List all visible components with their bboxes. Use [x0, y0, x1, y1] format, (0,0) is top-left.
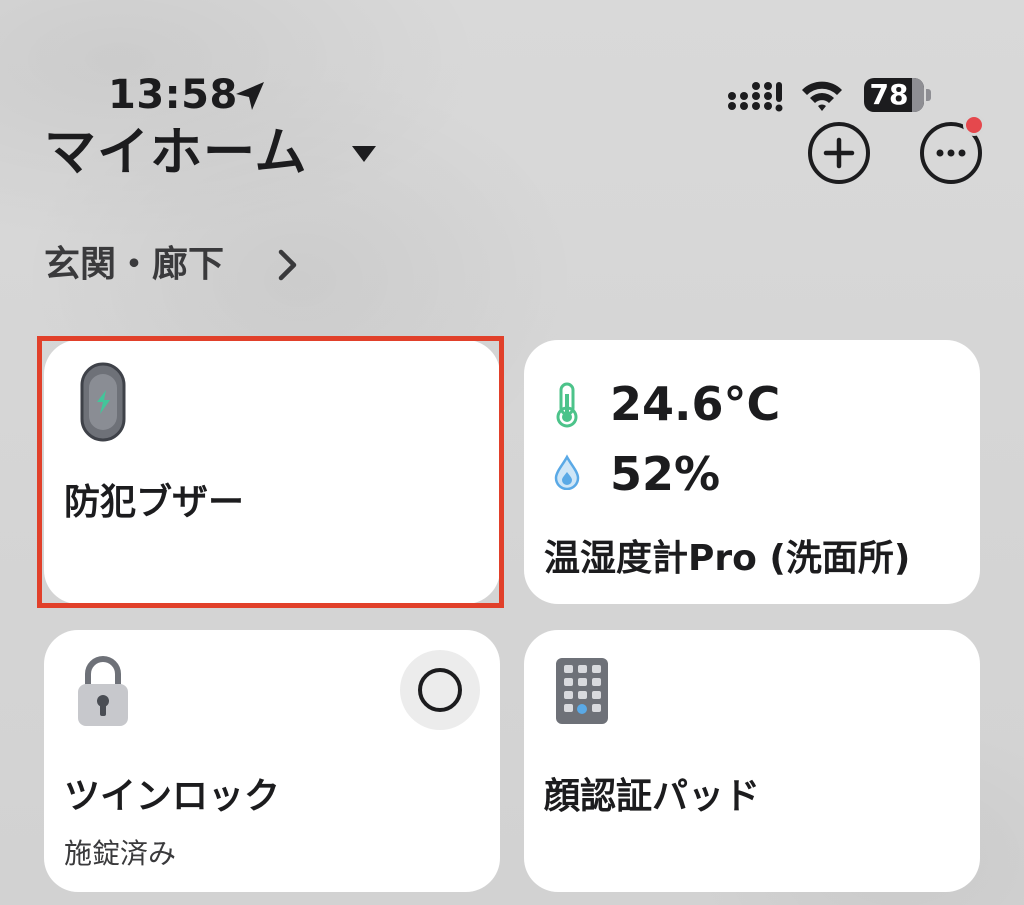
device-card-thermo-hygrometer[interactable]: 24.6°C 52% 温湿度計Pro (洗面所): [524, 340, 980, 604]
device-name: 顔認証パッド: [544, 776, 761, 817]
room-title[interactable]: 玄関・廊下: [44, 238, 224, 292]
plus-circle-icon: [823, 137, 855, 169]
device-status: 施錠済み: [64, 837, 177, 870]
device-name: ツインロック: [64, 776, 281, 817]
device-card-twin-lock[interactable]: ツインロック 施錠済み: [44, 630, 500, 892]
notification-badge: [963, 114, 985, 136]
battery-indicator: 78: [864, 78, 932, 114]
chevron-right-icon[interactable]: [276, 247, 300, 283]
padlock-icon: [78, 656, 128, 726]
circle-toggle-icon: [418, 668, 462, 712]
security-buzzer-icon: [80, 362, 126, 442]
location-arrow-icon: [236, 82, 264, 110]
add-button[interactable]: [808, 122, 870, 184]
caret-down-icon[interactable]: [350, 144, 378, 164]
lock-toggle-button[interactable]: [400, 650, 480, 730]
battery-level: 78: [869, 78, 909, 111]
cellular-signal-icon: [728, 82, 783, 112]
wifi-icon: [802, 81, 842, 111]
keypad-icon: [556, 658, 608, 724]
device-card-face-pad[interactable]: 顔認証パッド: [524, 630, 980, 892]
device-name: 防犯ブザー: [64, 482, 245, 523]
humidity-value: 52%: [610, 447, 721, 501]
water-drop-icon: [554, 454, 580, 490]
temperature-value: 24.6°C: [610, 377, 781, 431]
status-bar: 13:58 78: [0, 70, 1024, 120]
device-name: 温湿度計Pro (洗面所): [544, 538, 911, 579]
thermometer-icon: [556, 382, 578, 428]
home-title[interactable]: マイホーム: [44, 118, 307, 188]
device-card-security-buzzer[interactable]: 防犯ブザー: [44, 340, 500, 604]
status-time: 13:58: [108, 72, 238, 118]
